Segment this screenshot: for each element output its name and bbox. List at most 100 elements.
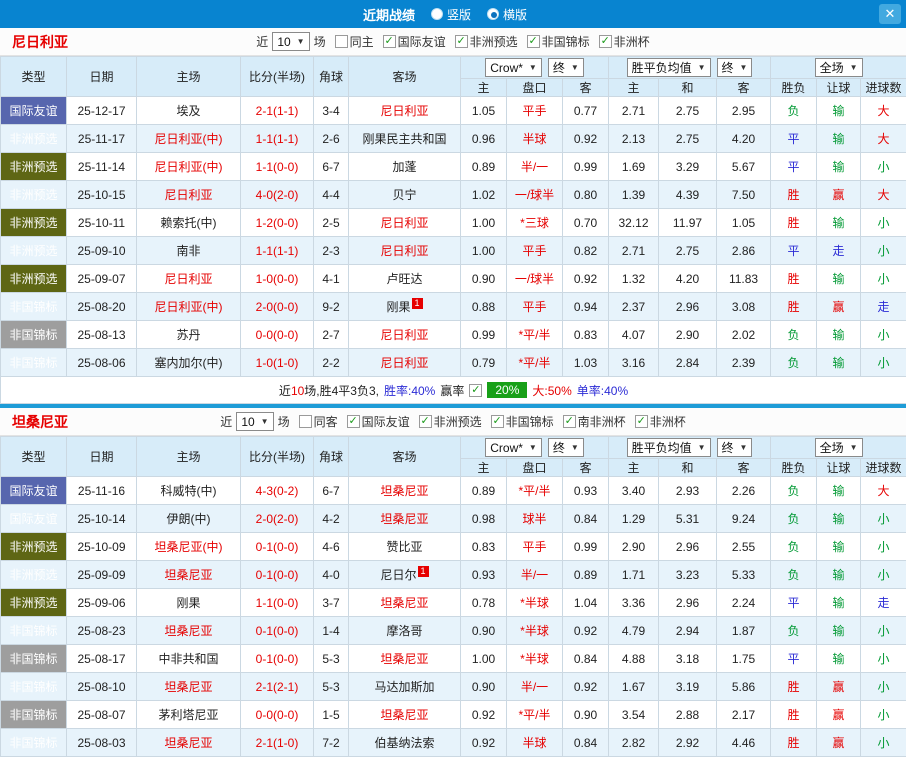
- win-rate: 胜率:40%: [384, 382, 435, 399]
- odds-stage-dropdown[interactable]: 终▼: [548, 438, 584, 457]
- home-team: 南非: [137, 237, 241, 265]
- spread-rate-checkbox[interactable]: ✓: [469, 384, 482, 397]
- subheader-avg-draw: 和: [659, 459, 717, 477]
- match-date: 25-08-06: [67, 349, 137, 377]
- avg-home: 2.71: [609, 97, 659, 125]
- result-goals: 小: [861, 729, 906, 757]
- header-col-away: 客场: [349, 57, 461, 97]
- result-goals: 小: [861, 321, 906, 349]
- home-team: 坦桑尼亚: [137, 617, 241, 645]
- filter-checkbox[interactable]: ✓非洲预选: [419, 413, 482, 430]
- away-team-name: 坦桑尼亚: [380, 708, 428, 722]
- filter-checkbox[interactable]: 同客: [299, 413, 338, 430]
- avg-draw: 2.75: [659, 125, 717, 153]
- subheader-avg-away: 客: [717, 459, 771, 477]
- filter-checkbox[interactable]: ✓非国锦标: [491, 413, 554, 430]
- avg-stage-dropdown[interactable]: 终▼: [717, 58, 753, 77]
- layout-radio-vertical[interactable]: 竖版: [431, 6, 471, 23]
- match-date: 25-09-07: [67, 265, 137, 293]
- away-team: 加蓬: [349, 153, 461, 181]
- handicap: *平/半: [507, 321, 563, 349]
- corner-score: 1-5: [314, 701, 349, 729]
- subheader-odds-away: 客: [563, 459, 609, 477]
- avg-draw: 3.18: [659, 645, 717, 673]
- avg-home: 32.12: [609, 209, 659, 237]
- filter-checkbox[interactable]: ✓非洲杯: [599, 33, 650, 50]
- result-spread: 输: [817, 533, 861, 561]
- filter-checkbox[interactable]: ✓非国锦标: [527, 33, 590, 50]
- match-count-select[interactable]: 10▼: [236, 412, 273, 431]
- checkbox-label: 同主: [350, 33, 374, 50]
- avg-stage-dropdown[interactable]: 终▼: [717, 438, 753, 457]
- table-row: 非洲预选25-10-11赖索托(中)1-2(0-0)2-5尼日利亚1.00*三球…: [1, 209, 906, 237]
- table-row: 非国锦标25-08-13苏丹0-0(0-0)2-7尼日利亚0.99*平/半0.8…: [1, 321, 906, 349]
- subheader-goals: 进球数: [861, 459, 906, 477]
- odds-home: 0.89: [461, 477, 507, 505]
- filter-checkbox[interactable]: 同主: [335, 33, 374, 50]
- away-team-name: 赞比亚: [386, 540, 422, 554]
- away-team: 坦桑尼亚: [349, 589, 461, 617]
- table-row: 非国锦标25-08-20尼日利亚(中)2-0(0-0)9-2刚果10.88平手0…: [1, 293, 906, 321]
- radio-icon[interactable]: [431, 8, 443, 20]
- away-team-name: 刚果民主共和国: [362, 132, 446, 146]
- scope-dropdown[interactable]: 全场▼: [815, 438, 863, 457]
- odds-home: 0.92: [461, 701, 507, 729]
- home-team: 伊朗(中): [137, 505, 241, 533]
- avg-home: 4.79: [609, 617, 659, 645]
- header-col-type: 类型: [1, 437, 67, 477]
- handicap: *平/半: [507, 349, 563, 377]
- avg-home: 1.39: [609, 181, 659, 209]
- filter-checkbox[interactable]: ✓非洲杯: [635, 413, 686, 430]
- avg-away: 2.95: [717, 97, 771, 125]
- home-team: 坦桑尼亚: [137, 561, 241, 589]
- result-wdl: 平: [771, 153, 817, 181]
- radio-label-horizontal: 横版: [503, 6, 527, 23]
- handicap: 平手: [507, 237, 563, 265]
- corner-score: 4-2: [314, 505, 349, 533]
- odds-stage-dropdown[interactable]: 终▼: [548, 58, 584, 77]
- filter-suffix: 场: [314, 33, 326, 50]
- bookmaker-dropdown[interactable]: Crow*▼: [485, 58, 542, 77]
- corner-score: 9-2: [314, 293, 349, 321]
- avg-away: 1.05: [717, 209, 771, 237]
- avg-home: 3.16: [609, 349, 659, 377]
- layout-radio-horizontal[interactable]: 横版: [487, 6, 527, 23]
- radio-icon[interactable]: [487, 8, 499, 20]
- result-spread: 输: [817, 125, 861, 153]
- away-team-name: 坦桑尼亚: [380, 596, 428, 610]
- match-type: 非洲预选: [1, 209, 67, 237]
- filter-checkbox[interactable]: ✓南非洲杯: [563, 413, 626, 430]
- away-team: 尼日尔1: [349, 561, 461, 589]
- scope-dropdown[interactable]: 全场▼: [815, 58, 863, 77]
- result-spread: 输: [817, 477, 861, 505]
- bookmaker-dropdown[interactable]: Crow*▼: [485, 438, 542, 457]
- dropdown-label: Crow*: [490, 61, 523, 75]
- handicap: 平手: [507, 533, 563, 561]
- filter-checkbox[interactable]: ✓国际友谊: [347, 413, 410, 430]
- avg-draw: 2.75: [659, 97, 717, 125]
- result-goals: 小: [861, 505, 906, 533]
- avg-away: 4.20: [717, 125, 771, 153]
- match-count-select[interactable]: 10▼: [272, 32, 309, 51]
- result-goals: 小: [861, 265, 906, 293]
- away-team: 坦桑尼亚: [349, 701, 461, 729]
- table-row: 非国锦标25-08-10坦桑尼亚2-1(2-1)5-3马达加斯加0.90半/一0…: [1, 673, 906, 701]
- close-button[interactable]: ✕: [879, 4, 901, 24]
- avg-draw: 2.93: [659, 477, 717, 505]
- match-date: 25-11-14: [67, 153, 137, 181]
- filter-checkbox[interactable]: ✓国际友谊: [383, 33, 446, 50]
- wdl-average-dropdown[interactable]: 胜平负均值▼: [627, 438, 711, 457]
- result-wdl: 负: [771, 321, 817, 349]
- match-score: 0-1(0-0): [241, 561, 314, 589]
- wdl-average-dropdown[interactable]: 胜平负均值▼: [627, 58, 711, 77]
- filter-checkbox[interactable]: ✓非洲预选: [455, 33, 518, 50]
- summary-row: 近10场,胜4平3负3, 胜率:40%赢率✓20%大:50%单率:40%: [1, 377, 906, 404]
- odds-away: 0.92: [563, 673, 609, 701]
- result-wdl: 胜: [771, 209, 817, 237]
- handicap: *三球: [507, 209, 563, 237]
- match-date: 25-08-07: [67, 701, 137, 729]
- subheader-avg-home: 主: [609, 79, 659, 97]
- checkbox-icon: ✓: [527, 35, 540, 48]
- odds-home: 0.90: [461, 617, 507, 645]
- away-team-name: 坦桑尼亚: [380, 512, 428, 526]
